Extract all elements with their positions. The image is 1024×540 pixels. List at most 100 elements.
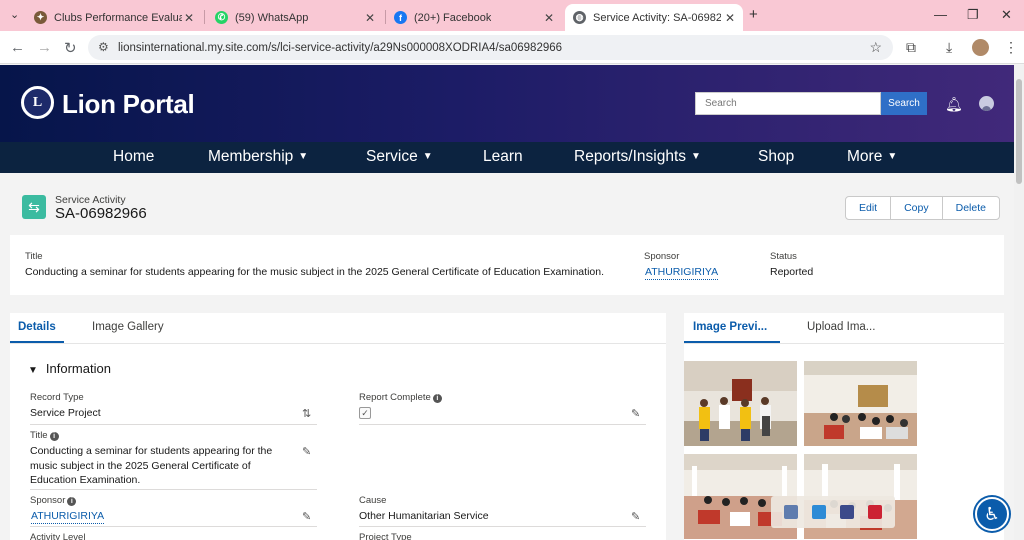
report-complete-checkbox: ✓ [359, 407, 371, 419]
cause-label: Cause [359, 495, 387, 506]
window-close-icon[interactable]: ✕ [1001, 7, 1012, 23]
status-label: Status [770, 251, 797, 262]
new-tab-icon[interactable]: + [749, 6, 758, 23]
chevron-down-icon: ▼ [422, 151, 433, 162]
divider [10, 343, 666, 344]
browser-address-bar: ← → ↻ ⚙ lionsinternational.my.site.com/s… [0, 31, 1024, 64]
copy-button[interactable]: Copy [891, 197, 943, 219]
record-name: SA-06982966 [55, 205, 147, 222]
browser-tab-clubs[interactable]: ✦ Clubs Performance Evaluation S ✕ [26, 4, 202, 31]
sponsor-label: Sponsor [644, 251, 680, 262]
app-icon[interactable] [840, 505, 854, 519]
tab-separator [204, 10, 205, 24]
browser-tab-facebook[interactable]: f (20+) Facebook ✕ [386, 4, 562, 31]
accessibility-button[interactable]: ♿︎ [975, 497, 1009, 531]
app-icon[interactable] [868, 505, 882, 519]
edit-button[interactable]: Edit [846, 197, 892, 219]
field-underline [359, 526, 646, 527]
chevron-down-icon: ▼ [691, 151, 701, 162]
edit-pencil-icon[interactable]: ✎ [631, 510, 640, 523]
nav-shop[interactable]: Shop [758, 148, 794, 166]
scrollbar-thumb[interactable] [1016, 79, 1022, 184]
lions-favicon-icon: ✦ [34, 11, 47, 24]
field-underline [30, 424, 317, 425]
edit-pencil-icon[interactable]: ✎ [631, 407, 640, 420]
nav-learn[interactable]: Learn [483, 148, 523, 166]
nav-home[interactable]: Home [113, 148, 154, 166]
page-scrollbar[interactable] [1014, 65, 1024, 540]
app-icon[interactable] [784, 505, 798, 519]
activity-level-label: Activity Level [30, 532, 86, 540]
edit-pencil-icon[interactable]: ✎ [302, 445, 311, 458]
tab-image-gallery[interactable]: Image Gallery [92, 321, 164, 333]
close-icon[interactable]: ✕ [184, 11, 194, 25]
floating-app-tray [771, 496, 895, 528]
tab-search-icon[interactable]: ⌄ [10, 8, 19, 21]
record-header: ⇆ Service Activity SA-06982966 Edit Copy… [10, 183, 1004, 227]
tab-label: (20+) Facebook [414, 11, 492, 24]
record-type-label: Record Type [30, 392, 84, 403]
nav-service[interactable]: Service ▼ [366, 148, 433, 166]
close-icon[interactable]: ✕ [544, 11, 554, 25]
bookmark-star-icon[interactable]: ☆ [869, 39, 882, 56]
facebook-icon: f [394, 11, 407, 24]
extensions-icon[interactable]: ⧉ [906, 39, 916, 56]
lions-logo-icon[interactable]: L [21, 86, 54, 119]
main-navigation: Home Membership ▼ Service ▼ Learn Reports/… [0, 142, 1014, 173]
status-value: Reported [770, 266, 814, 278]
download-icon[interactable]: ⤓ [946, 39, 952, 56]
nav-reports-insights[interactable]: Reports/Insights ▼ [574, 148, 701, 166]
reload-icon[interactable]: ↻ [64, 39, 77, 57]
browser-tab-bar: ⌄ ✦ Clubs Performance Evaluation S ✕ ✆ (… [0, 0, 1024, 31]
minimize-icon[interactable]: — [934, 7, 947, 22]
project-type-label: Project Type [359, 532, 412, 540]
browser-menu-icon[interactable]: ⋮ [1004, 39, 1018, 56]
info-icon[interactable]: i [432, 394, 442, 403]
search-button[interactable]: Search [881, 92, 927, 115]
gallery-photo[interactable] [804, 361, 917, 446]
record-action-buttons: Edit Copy Delete [845, 196, 1000, 220]
title-field-label: Title i [30, 430, 59, 441]
tab-image-preview[interactable]: Image Previ... [693, 321, 767, 333]
tab-label: (59) WhatsApp [235, 11, 309, 24]
info-icon[interactable]: i [49, 432, 59, 441]
section-information-toggle[interactable]: ▼ Information [28, 361, 111, 376]
portal-brand[interactable]: Lion Portal [62, 89, 195, 120]
sponsor-field-link[interactable]: ATHURIGIRIYA [31, 509, 105, 524]
profile-avatar[interactable] [972, 39, 989, 56]
forward-icon[interactable]: → [37, 39, 52, 56]
info-icon[interactable]: i [67, 497, 77, 506]
notification-bell-icon[interactable]: 🔔︎ [945, 96, 963, 113]
tab-details[interactable]: Details [18, 321, 56, 333]
url-field[interactable]: ⚙ lionsinternational.my.site.com/s/lci-s… [88, 35, 893, 60]
title-label: Title [25, 251, 43, 262]
shield-icon[interactable] [812, 505, 826, 519]
site-info-icon[interactable]: ⚙ [98, 40, 109, 54]
field-underline [30, 526, 317, 527]
edit-pencil-icon[interactable]: ✎ [302, 510, 311, 523]
nav-more[interactable]: More ▼ [847, 148, 897, 166]
whatsapp-icon: ✆ [215, 11, 228, 24]
sponsor-field-label: Sponsor i [30, 495, 77, 506]
restore-icon[interactable]: ❐ [967, 7, 979, 23]
chevron-down-icon: ▼ [28, 365, 38, 376]
browser-tab-service-activity[interactable]: ◍ Service Activity: SA-06982966 ✕ [565, 4, 743, 31]
divider [684, 343, 1004, 344]
user-profile-icon[interactable] [979, 96, 994, 111]
report-complete-label: Report Complete i [359, 392, 442, 403]
sponsor-link[interactable]: ATHURIGIRIYA [645, 266, 719, 280]
globe-icon: ◍ [573, 11, 586, 24]
back-icon[interactable]: ← [10, 39, 25, 56]
gallery-photo[interactable] [684, 361, 797, 446]
change-record-type-icon[interactable]: ⇅ [302, 407, 311, 420]
record-type-value: Service Project [30, 407, 101, 419]
close-icon[interactable]: ✕ [725, 11, 735, 25]
nav-membership[interactable]: Membership ▼ [208, 148, 308, 166]
browser-tab-whatsapp[interactable]: ✆ (59) WhatsApp ✕ [207, 4, 383, 31]
close-icon[interactable]: ✕ [365, 11, 375, 25]
tab-label: Service Activity: SA-06982966 [593, 11, 721, 24]
search-input[interactable]: Search [695, 92, 881, 115]
delete-button[interactable]: Delete [943, 197, 999, 219]
field-underline [30, 489, 317, 490]
tab-upload-images[interactable]: Upload Ima... [807, 321, 875, 333]
